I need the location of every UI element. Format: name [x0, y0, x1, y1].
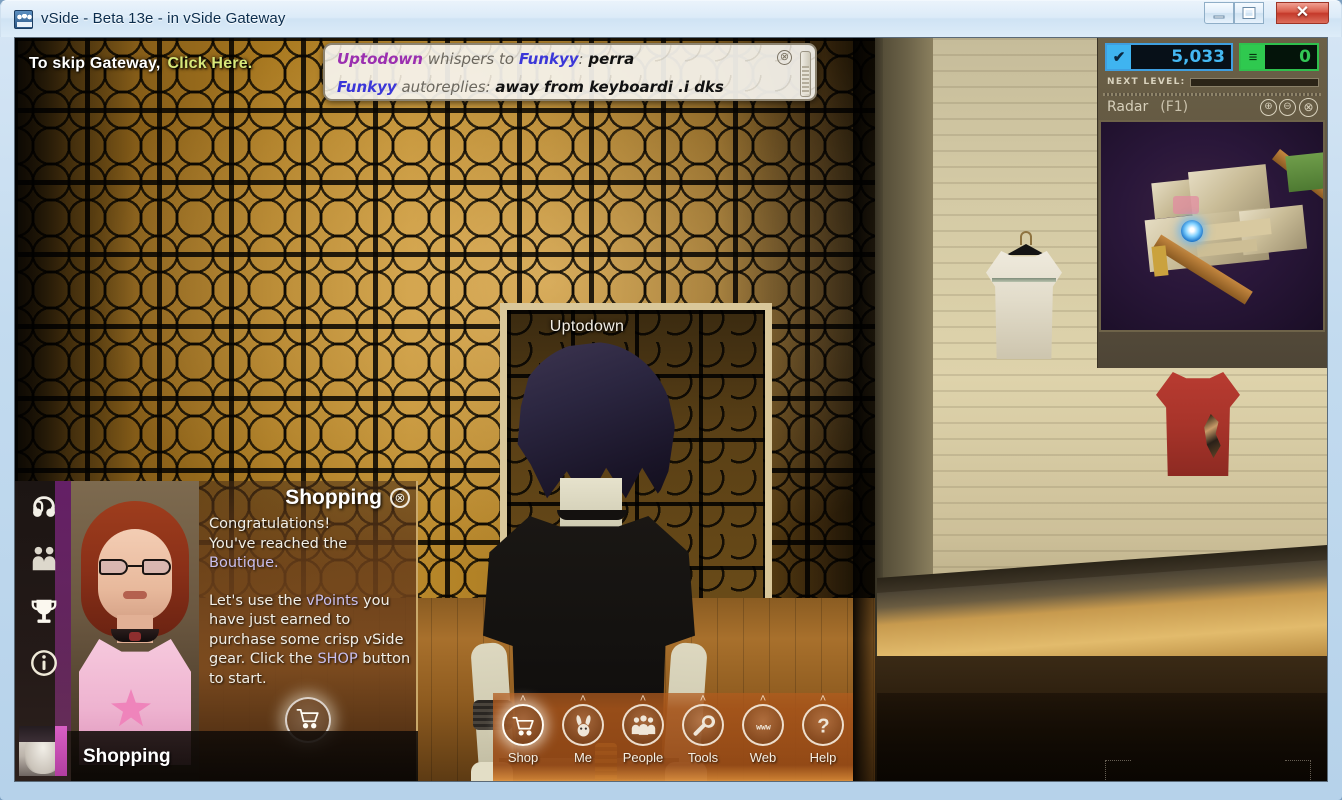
toolbar-item-tools[interactable]: ˄ Tools [673, 693, 733, 781]
chevron-up-icon: ˄ [579, 693, 587, 705]
question-mark-icon: ? [802, 704, 844, 746]
close-icon[interactable]: ⊗ [777, 50, 792, 65]
toolbar-label: Shop [507, 750, 539, 765]
toolbar-label: People [622, 750, 664, 765]
vpoints-icon: ✔ [1107, 45, 1131, 69]
radar-map[interactable] [1099, 120, 1325, 332]
vside-app-icon [14, 10, 33, 29]
radar-title: Radar [1107, 99, 1149, 115]
window-title: vSide - Beta 13e - in vSide Gateway [41, 10, 286, 27]
guide-name-label: Shopping [83, 746, 171, 767]
chevron-up-icon: ˄ [699, 693, 707, 705]
avatar-name-label: Uptodown [549, 318, 625, 335]
minimize-button[interactable] [1204, 2, 1234, 24]
close-icon: ✕ [1295, 4, 1310, 21]
congrats-text: Congratulations! [209, 516, 331, 532]
gallery-side-wall [875, 38, 933, 658]
shop-keyword-text: SHOP [317, 651, 358, 667]
next-level-progress: NEXT LEVEL: [1107, 75, 1319, 89]
close-icon[interactable]: ⊗ [390, 488, 410, 508]
guide-name-bar: Shopping [71, 731, 418, 781]
chat-recipient: Funkyy [518, 50, 579, 68]
dialog-body: Congratulations! You've reached the Bout… [209, 515, 413, 689]
zoom-out-icon[interactable]: ⊖ [1279, 99, 1296, 116]
chevron-up-icon: ˄ [759, 693, 767, 705]
red-graphic-tshirt[interactable] [1156, 372, 1240, 476]
svg-text:www: www [756, 721, 771, 731]
bunny-face-icon [562, 704, 604, 746]
tutorial-guide-panel: Shopping ⊗ Congratulations! You've reach… [15, 481, 418, 781]
toolbar-label: Web [749, 750, 777, 765]
vpoints-text: vPoints [306, 592, 359, 609]
chat-sender: Uptodown [337, 50, 423, 68]
hud-panel: ✔ 5,033 ≡ 0 NEXT LEVEL: Radar (F1) ⊕ ⊖ ⊗ [1097, 38, 1327, 368]
chevron-up-icon: ˄ [519, 693, 527, 705]
chat-message: perra [588, 50, 635, 68]
toolbar-item-help[interactable]: ˄? Help [793, 693, 853, 781]
glasses-icon [99, 559, 171, 576]
dialog-paragraph-1: Congratulations! You've reached the Bout… [209, 515, 413, 574]
chat-colon: : [578, 50, 589, 68]
dialog-title-row: Shopping ⊗ [199, 483, 418, 513]
skip-gateway-text: To skip Gateway, [29, 55, 161, 72]
dialog-title: Shopping [285, 486, 382, 509]
next-level-track [1189, 77, 1319, 87]
close-button[interactable]: ✕ [1276, 2, 1329, 24]
chat-message: away from keyboardi .i dks [495, 78, 724, 96]
restore-button[interactable] [1234, 2, 1264, 24]
next-level-label: NEXT LEVEL: [1107, 77, 1186, 87]
close-icon[interactable]: ⊗ [1299, 98, 1318, 117]
chat-scrollbar[interactable] [800, 51, 811, 97]
bottom-toolbar: ˄ Shop ˄ Me ˄ People ˄ Tools ˄ www Web ˄? Help [493, 693, 853, 781]
toolbar-item-people[interactable]: ˄ People [613, 693, 673, 781]
toolbar-label: Help [809, 750, 837, 765]
lets-use-text: Let's use the [209, 592, 307, 609]
chat-line: Uptodown whispers to Funkyy: perra [325, 45, 815, 73]
toolbar-item-web[interactable]: ˄ www Web [733, 693, 793, 781]
game-viewport[interactable]: Uptodown To skip Gateway, Click Here. Up… [14, 37, 1328, 782]
toolbar-label: Me [573, 750, 593, 765]
chat-verb: autoreplies: [396, 78, 496, 96]
people-group-icon [622, 704, 664, 746]
chevron-up-icon: ˄ [639, 693, 647, 705]
chevron-up-icon: ˄ [819, 693, 827, 705]
white-tshirt-on-hanger[interactable] [978, 231, 1070, 361]
radar-player-marker [1181, 220, 1203, 242]
vpoints-value: 5,033 [1171, 47, 1225, 67]
chat-verb: whispers to [422, 50, 519, 68]
chat-bubble[interactable]: Uptodown whispers to Funkyy: perra Funky… [323, 43, 817, 101]
wrench-icon [682, 704, 724, 746]
radar-blip [1173, 196, 1199, 214]
toolbar-label: Tools [687, 750, 719, 765]
zoom-in-icon[interactable]: ⊕ [1260, 99, 1277, 116]
toolbar-item-me[interactable]: ˄ Me [553, 693, 613, 781]
www-globe-icon: www [742, 704, 784, 746]
radar-header: Radar (F1) ⊕ ⊖ ⊗ [1103, 94, 1323, 120]
toolbar-item-shop[interactable]: ˄ Shop [493, 693, 553, 781]
cash-icon: ≡ [1241, 45, 1265, 69]
dialog-paragraph-2: Let's use the vPoints you have just earn… [209, 592, 413, 690]
chat-line: Funkyy autoreplies: away from keyboardi … [325, 73, 815, 99]
currency-meters: ✔ 5,033 ≡ 0 [1105, 43, 1319, 71]
click-here-link[interactable]: Click Here. [168, 55, 253, 73]
svg-text:?: ? [817, 715, 829, 737]
reached-text: You've reached the [209, 535, 348, 552]
vpoints-meter[interactable]: ✔ 5,033 [1105, 43, 1233, 71]
skip-gateway-banner: To skip Gateway, Click Here. [15, 48, 335, 80]
chat-sender: Funkyy [337, 78, 397, 96]
radar-hotkey: (F1) [1160, 99, 1189, 115]
cash-value: 0 [1299, 47, 1311, 67]
toolbar-items: ˄ Shop ˄ Me ˄ People ˄ Tools ˄ www Web ˄? Help [493, 693, 853, 781]
title-bar: vSide - Beta 13e - in vSide Gateway ✕ [0, 0, 1342, 37]
cash-meter[interactable]: ≡ 0 [1239, 43, 1319, 71]
application-window: vSide - Beta 13e - in vSide Gateway ✕ Up… [0, 0, 1342, 800]
boutique-text: Boutique. [209, 555, 279, 571]
shopping-cart-icon [502, 704, 544, 746]
